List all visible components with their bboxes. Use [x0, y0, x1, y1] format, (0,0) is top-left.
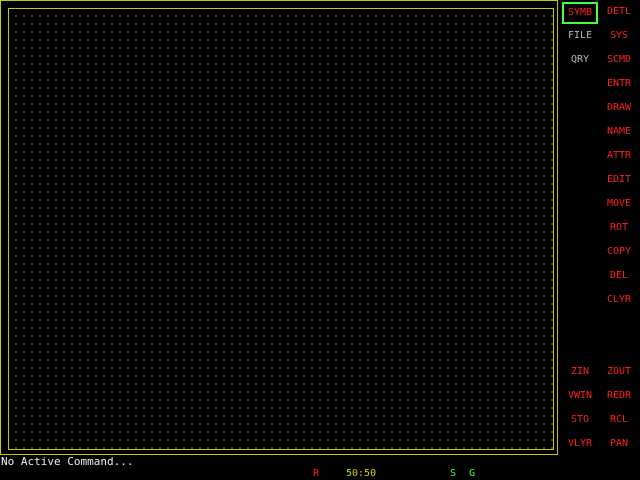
grid-indicator: G — [469, 468, 476, 479]
command-status-message: No Active Command... — [1, 455, 134, 468]
menu-pan[interactable]: PAN — [601, 433, 637, 455]
menu-detl[interactable]: DETL — [601, 1, 637, 23]
menu-del[interactable]: DEL — [601, 265, 637, 287]
menu-rcl[interactable]: RCL — [601, 409, 637, 431]
menu-name[interactable]: NAME — [601, 121, 637, 143]
snap-indicator: S — [450, 468, 457, 479]
menu-rot[interactable]: ROT — [601, 217, 637, 239]
menu-attr[interactable]: ATTR — [601, 145, 637, 167]
scale-readout: 50:50 — [346, 468, 377, 479]
drawing-canvas-frame — [0, 0, 558, 455]
menu-redr[interactable]: REDR — [601, 385, 637, 407]
menu-draw[interactable]: DRAW — [601, 97, 637, 119]
menu-move[interactable]: MOVE — [601, 193, 637, 215]
menu-file[interactable]: FILE — [562, 25, 598, 47]
menu-sto[interactable]: STO — [562, 409, 598, 431]
menu-zout[interactable]: ZOUT — [601, 361, 637, 383]
menu-zin[interactable]: ZIN — [562, 361, 598, 383]
menu-symb[interactable]: SYMB — [562, 2, 598, 24]
menu-sys[interactable]: SYS — [601, 25, 637, 47]
menu-qry[interactable]: QRY — [562, 49, 598, 71]
menu-clyr[interactable]: CLYR — [601, 289, 637, 311]
menu-scmd[interactable]: SCMD — [601, 49, 637, 71]
drawing-canvas[interactable] — [8, 8, 554, 450]
r-indicator: R — [313, 468, 320, 479]
menu-vlyr[interactable]: VLYR — [562, 433, 598, 455]
menu-copy[interactable]: COPY — [601, 241, 637, 263]
menu-edit[interactable]: EDIT — [601, 169, 637, 191]
command-menu: SYMB FILE QRY DETL SYS SCMD ENTR DRAW NA… — [560, 0, 640, 456]
menu-vwin[interactable]: VWIN — [562, 385, 598, 407]
menu-entr[interactable]: ENTR — [601, 73, 637, 95]
